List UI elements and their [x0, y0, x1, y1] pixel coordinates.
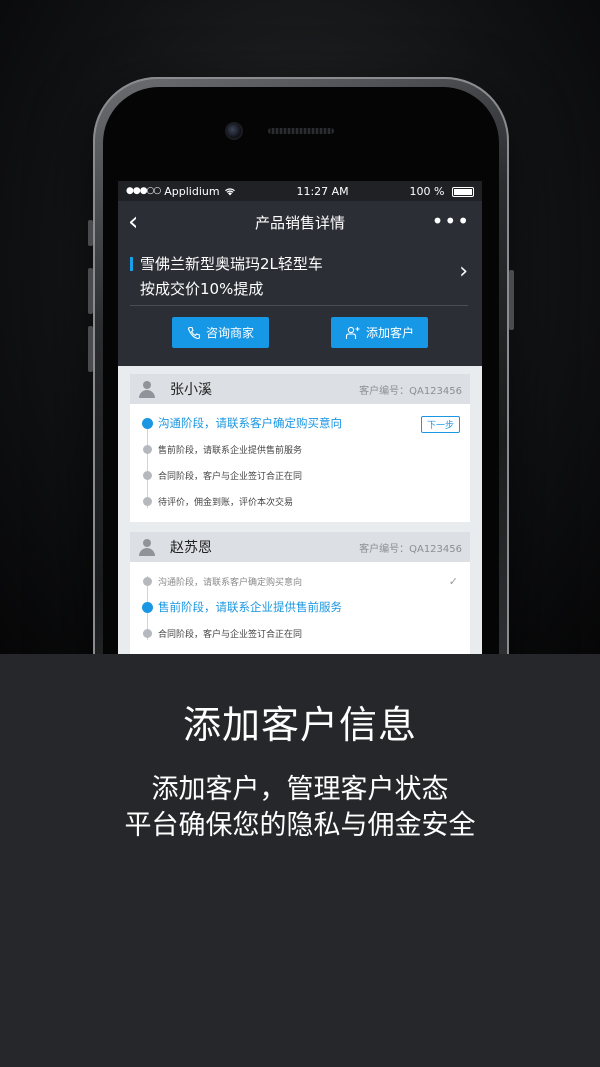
step-label: 售前阶段，请联系企业提供售前服务 — [158, 600, 342, 614]
check-icon: ✓ — [448, 574, 458, 588]
chevron-right-icon: › — [459, 259, 468, 284]
step-label: 售前阶段，请联系企业提供售前服务 — [158, 445, 303, 456]
volume-down-button — [88, 326, 93, 372]
promo-subtitle: 添加客户，管理客户状态 平台确保您的隐私与佣金安全 — [0, 772, 600, 844]
step-item: 合同阶段，客户与企业签订合正在同 — [142, 462, 460, 488]
step-label: 合同阶段，客户与企业签订合正在同 — [158, 471, 303, 482]
accent-bar — [130, 257, 133, 271]
customer-id: 客户编号：QA123456 — [359, 543, 462, 555]
step-item: 待评价，佣金到账，评价本次交易 — [142, 488, 460, 514]
add-user-icon — [345, 326, 360, 339]
mute-switch — [88, 220, 93, 246]
action-bar: 咨询商家 添加客户 — [118, 306, 482, 356]
avatar-icon — [138, 380, 156, 398]
earpiece-speaker — [268, 128, 334, 134]
more-icon[interactable]: ••• — [432, 209, 470, 233]
step-dot — [143, 444, 152, 454]
customer-id: 客户编号：QA123456 — [359, 385, 462, 397]
add-customer-label: 添加客户 — [365, 326, 414, 340]
product-name: 雪佛兰新型奥瑞玛2L轻型车 — [140, 255, 323, 273]
front-camera — [227, 124, 241, 138]
consult-label: 咨询商家 — [205, 326, 254, 340]
signal-icon: ●●●○○ — [126, 186, 161, 196]
back-icon[interactable]: ‹ — [128, 209, 138, 235]
step-item: 合同阶段，客户与企业签订合正在同 — [142, 620, 460, 646]
step-label: 待评价，佣金到账，评价本次交易 — [158, 497, 294, 508]
battery-icon — [451, 186, 474, 197]
step-item: 售前阶段，请联系企业提供售前服务 — [142, 594, 460, 620]
nav-bar: ‹ 产品销售详情 ••• — [118, 201, 482, 243]
promo-title: 添加客户信息 — [182, 703, 417, 747]
promo-line-1: 添加客户，管理客户状态 — [151, 774, 449, 805]
customer-name: 张小溪 — [170, 382, 212, 398]
customer-card[interactable]: 赵苏恩 客户编号：QA123456 沟通阶段，请联系客户确定购买意向 ✓ 售前阶… — [130, 532, 470, 654]
promo-line-2: 平台确保您的隐私与佣金安全 — [124, 810, 476, 841]
add-customer-button[interactable]: 添加客户 — [331, 317, 428, 348]
carrier-label: Applidium — [164, 184, 220, 198]
customer-card-header: 张小溪 客户编号：QA123456 — [130, 374, 470, 404]
step-item: 售前阶段，请联系企业提供售前服务 — [142, 436, 460, 462]
step-dot — [143, 470, 152, 480]
status-time: 11:27 AM — [296, 184, 349, 198]
step-item: 沟通阶段，请联系客户确定购买意向 ✓ — [142, 568, 460, 594]
page-title: 产品销售详情 — [254, 213, 345, 232]
step-label: 合同阶段，客户与企业签订合正在同 — [158, 629, 303, 640]
promo-panel: 添加客户信息 添加客户，管理客户状态 平台确保您的隐私与佣金安全 — [0, 654, 600, 1067]
step-dot — [143, 628, 152, 638]
product-summary[interactable]: 雪佛兰新型奥瑞玛2L轻型车 按成交价10%提成 › — [130, 243, 468, 306]
consult-merchant-button[interactable]: 咨询商家 — [172, 317, 269, 348]
avatar-icon — [138, 538, 156, 556]
step-label: 沟通阶段，请联系客户确定购买意向 — [158, 416, 342, 430]
power-button — [509, 270, 514, 330]
step-dot — [143, 576, 152, 586]
phone-icon — [187, 326, 201, 339]
wifi-icon — [224, 187, 235, 195]
customer-name: 赵苏恩 — [170, 540, 212, 556]
step-dot — [143, 496, 152, 506]
progress-steps: 沟通阶段，请联系客户确定购买意向 ✓ 售前阶段，请联系企业提供售前服务 合同阶段… — [130, 562, 470, 654]
customer-list: 张小溪 客户编号：QA123456 沟通阶段，请联系客户确定购买意向 下一步 售… — [118, 366, 482, 654]
status-bar: ●●●○○ Applidium 11:27 AM 100 % — [118, 181, 482, 201]
product-commission: 按成交价10%提成 — [140, 280, 264, 298]
step-item: 沟通阶段，请联系客户确定购买意向 下一步 — [142, 410, 460, 436]
customer-card[interactable]: 张小溪 客户编号：QA123456 沟通阶段，请联系客户确定购买意向 下一步 售… — [130, 374, 470, 522]
customer-card-header: 赵苏恩 客户编号：QA123456 — [130, 532, 470, 562]
app-screen: ●●●○○ Applidium 11:27 AM 100 % ‹ 产品销售详情 … — [118, 181, 482, 654]
battery-percent: 100 % — [409, 184, 445, 198]
step-label: 沟通阶段，请联系客户确定购买意向 — [158, 577, 303, 588]
step-dot-active — [142, 417, 153, 429]
step-dot-active — [142, 601, 153, 613]
volume-up-button — [88, 268, 93, 314]
next-step-button[interactable]: 下一步 — [420, 416, 460, 433]
progress-steps: 沟通阶段，请联系客户确定购买意向 下一步 售前阶段，请联系企业提供售前服务 合同… — [130, 404, 470, 522]
